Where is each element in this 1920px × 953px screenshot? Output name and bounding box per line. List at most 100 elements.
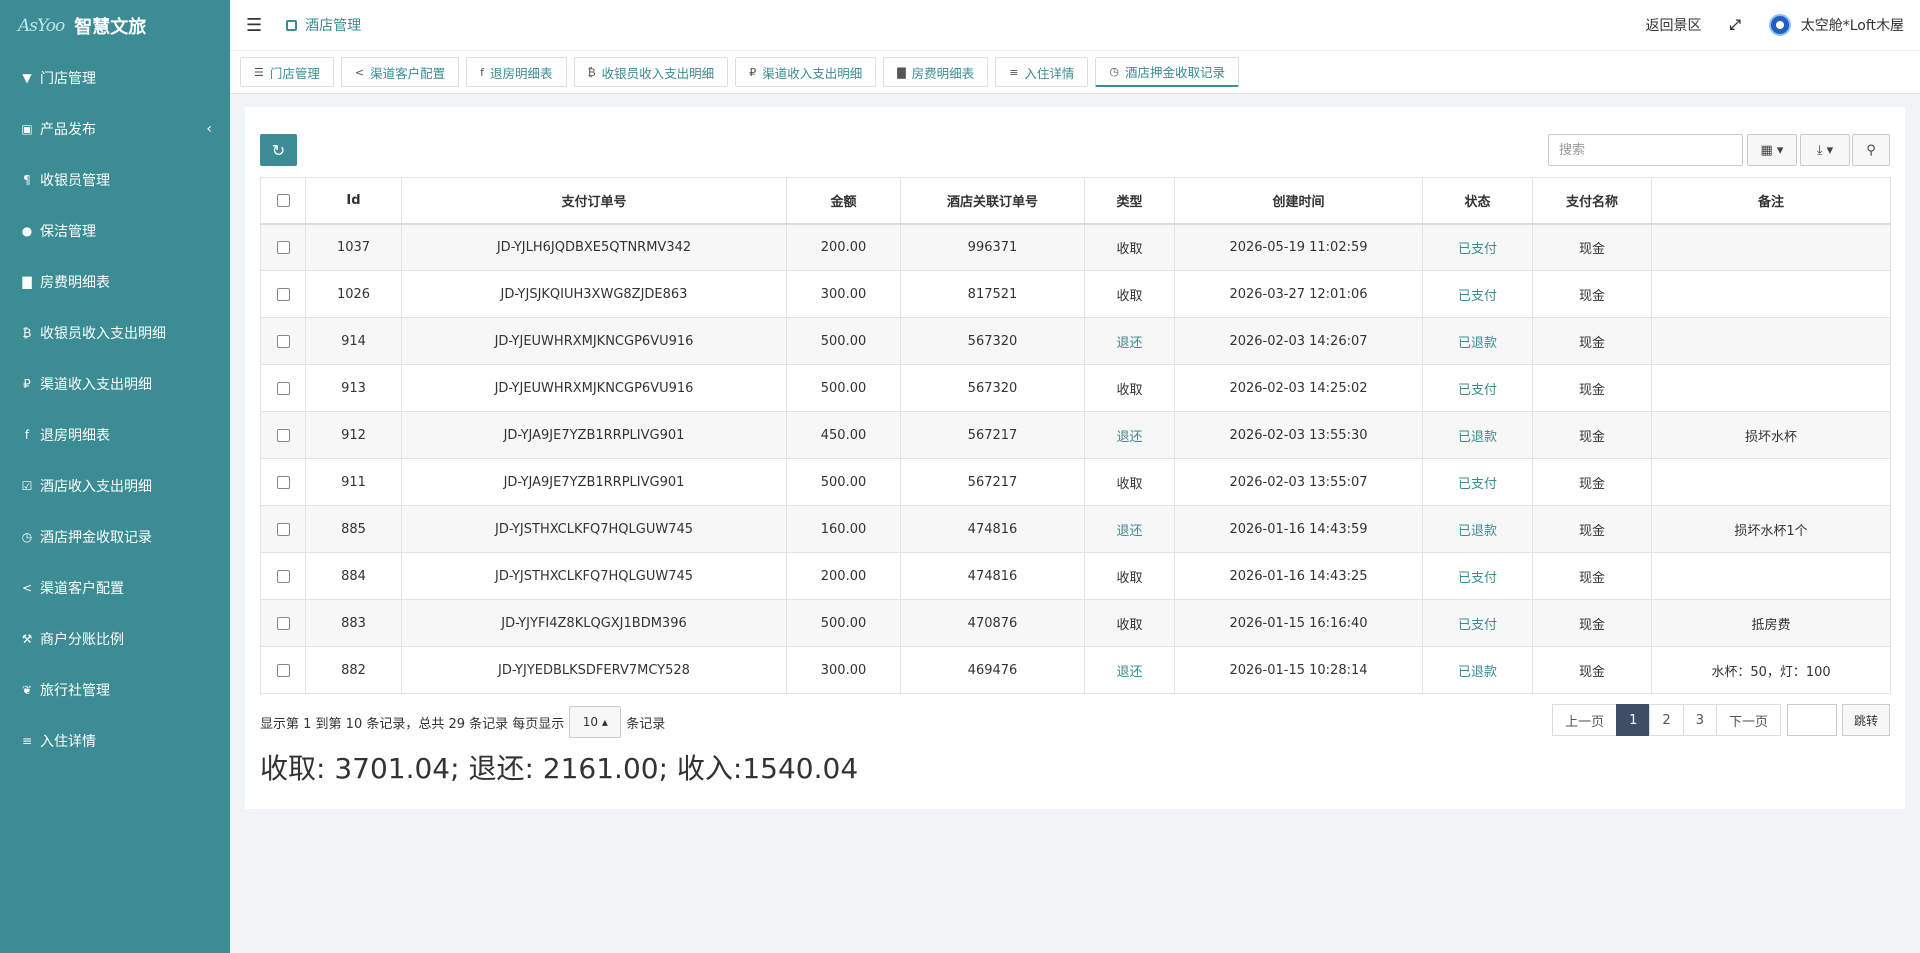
row-select-cell[interactable] [260,458,306,506]
column-header[interactable]: 酒店关联订单号 [900,177,1085,225]
column-header[interactable]: 支付订单号 [401,177,787,225]
table-row[interactable]: 911 JD-YJA9JE7YZB1RRPLIVG901 500.00 567217 收… [260,458,1891,506]
cell-order: JD-YJA9JE7YZB1RRPLIVG901 [401,411,787,459]
table-row[interactable]: 1026 JD-YJSJKQIUH3XWG8ZJDE863 300.00 817521… [260,270,1891,318]
page-tab[interactable]: < 渠道客户配置 [340,57,460,87]
tab-icon: ₽ [749,65,757,79]
cell-order: JD-YJSTHXCLKFQ7HQLGUW745 [401,505,787,553]
row-select-cell[interactable] [260,317,306,365]
row-checkbox[interactable] [276,428,290,442]
back-to-scenic-link[interactable]: 返回景区 [1646,15,1702,35]
row-checkbox[interactable] [276,475,290,489]
chevron-left-icon[interactable]: ‹ [206,121,212,137]
pagination-info-suffix: 条记录 [626,716,666,732]
row-select-cell[interactable] [260,223,306,271]
page-tab[interactable]: ☰ 门店管理 [240,57,334,87]
table-row[interactable]: 884 JD-YJSTHXCLKFQ7HQLGUW745 200.00 474816 收… [260,552,1891,600]
sidebar-item-label: 产品发布 [40,121,96,138]
jump-page-button[interactable]: 跳转 [1841,704,1890,736]
select-all-checkbox[interactable] [276,193,290,207]
sidebar-item[interactable]: ▼ 门店管理 [0,52,230,103]
sidebar-item-icon: ⚒ [21,631,33,646]
table-row[interactable]: 912 JD-YJA9JE7YZB1RRPLIVG901 450.00 567217 退… [260,411,1891,459]
page-size-value: 10 [582,715,598,729]
page-number-button[interactable]: 3 [1682,704,1717,736]
sidebar-item-label: 门店管理 [40,70,96,87]
row-select-cell[interactable] [260,599,306,647]
table-row[interactable]: 883 JD-YJYFI4Z8KLQGXJ1BDM396 500.00 470876 收… [260,599,1891,647]
column-header[interactable]: Id [305,177,402,225]
sidebar-item[interactable]: ₿ 收银员收入支出明细 [0,307,230,358]
row-select-cell[interactable] [260,270,306,318]
page-tab[interactable]: ₽ 渠道收入支出明细 [735,57,877,87]
sidebar-item[interactable]: ▇ 房费明细表 [0,256,230,307]
menu-toggle-icon[interactable]: ☰ [246,15,262,36]
page-number-button[interactable]: 2 [1649,704,1684,736]
row-checkbox[interactable] [276,616,290,630]
fullscreen-icon[interactable]: ⤢ [1730,17,1741,33]
select-all-cell[interactable] [260,177,306,225]
page-tab[interactable]: ◷ 酒店押金收取记录 [1095,57,1240,87]
table-row[interactable]: 914 JD-YJEUWHRXMJKNCGP6VU916 500.00 567320 退… [260,317,1891,365]
row-checkbox[interactable] [276,287,290,301]
table-row[interactable]: 913 JD-YJEUWHRXMJKNCGP6VU916 500.00 567320 收… [260,364,1891,412]
sidebar-item[interactable]: ❦ 旅行社管理 [0,664,230,715]
sidebar-item[interactable]: ¶ 收银员管理 [0,154,230,205]
column-header[interactable]: 支付名称 [1532,177,1652,225]
table-row[interactable]: 1037 JD-YJLH6JQDBXE5QTNRMV342 200.00 996371… [260,223,1891,271]
cell-time: 2026-05-19 11:02:59 [1174,223,1423,271]
table-row[interactable]: 885 JD-YJSTHXCLKFQ7HQLGUW745 160.00 474816 退… [260,505,1891,553]
column-header[interactable]: 创建时间 [1174,177,1423,225]
header-current-tab[interactable]: 酒店管理 [286,15,361,35]
caret-up-icon: ▴ [601,715,608,729]
brand[interactable]: AsYoo 智慧文旅 [0,0,230,52]
search-icon: ⚲ [1866,142,1876,158]
advanced-search-button[interactable]: ⚲ [1852,134,1890,166]
page-tab[interactable]: ▇ 房费明细表 [883,57,989,87]
page-tab[interactable]: ≡ 入住详情 [995,57,1089,87]
sidebar-item[interactable]: ◷ 酒店押金收取记录 [0,511,230,562]
row-select-cell[interactable] [260,552,306,600]
next-page-button[interactable]: 下一页 [1715,704,1781,736]
page-tab[interactable]: ₿ 收银员收入支出明细 [573,57,729,87]
row-checkbox[interactable] [276,569,290,583]
column-header[interactable]: 备注 [1651,177,1891,225]
row-checkbox[interactable] [276,663,290,677]
columns-toggle-button[interactable]: ▦ ▾ [1747,134,1797,166]
sidebar-item[interactable]: ● 保洁管理 [0,205,230,256]
jump-page-input[interactable] [1786,704,1837,736]
sidebar-item[interactable]: ☑ 酒店收入支出明细 [0,460,230,511]
page-tab[interactable]: f 退房明细表 [466,57,567,87]
row-select-cell[interactable] [260,646,306,694]
row-checkbox[interactable] [276,522,290,536]
sidebar-item[interactable]: f 退房明细表 [0,409,230,460]
avatar[interactable] [1768,14,1791,36]
row-select-cell[interactable] [260,411,306,459]
export-icon: ⤓ ▾ [1816,142,1834,158]
sidebar-item[interactable]: ▣ 产品发布 ‹ [0,103,230,154]
row-checkbox[interactable] [276,334,290,348]
cell-hotel-order: 469476 [900,646,1085,694]
page-size-select[interactable]: 10 ▴ [569,706,622,738]
row-checkbox[interactable] [276,381,290,395]
table-row[interactable]: 882 JD-YJYEDBLKSDFERV7MCY528 300.00 469476 退… [260,646,1891,694]
page-number-button[interactable]: 1 [1616,704,1651,736]
column-header[interactable]: 状态 [1422,177,1533,225]
sidebar-item[interactable]: < 渠道客户配置 [0,562,230,613]
sidebar-item[interactable]: ⚒ 商户分账比例 [0,613,230,664]
row-checkbox[interactable] [276,240,290,254]
sidebar-item[interactable]: ₽ 渠道收入支出明细 [0,358,230,409]
export-button[interactable]: ⤓ ▾ [1800,134,1850,166]
sidebar-item[interactable]: ≡ 入住详情 [0,715,230,766]
user-name[interactable]: 太空舱*Loft木屋 [1801,15,1904,35]
column-header[interactable]: 金额 [786,177,901,225]
tab-icon: ≡ [1009,65,1019,79]
row-select-cell[interactable] [260,364,306,412]
column-header[interactable]: 类型 [1084,177,1175,225]
cell-amount: 500.00 [786,317,901,365]
cell-status: 已退款 [1422,317,1533,365]
prev-page-button[interactable]: 上一页 [1552,704,1618,736]
row-select-cell[interactable] [260,505,306,553]
refresh-button[interactable]: ↻ [260,134,297,166]
search-input[interactable] [1548,134,1743,166]
